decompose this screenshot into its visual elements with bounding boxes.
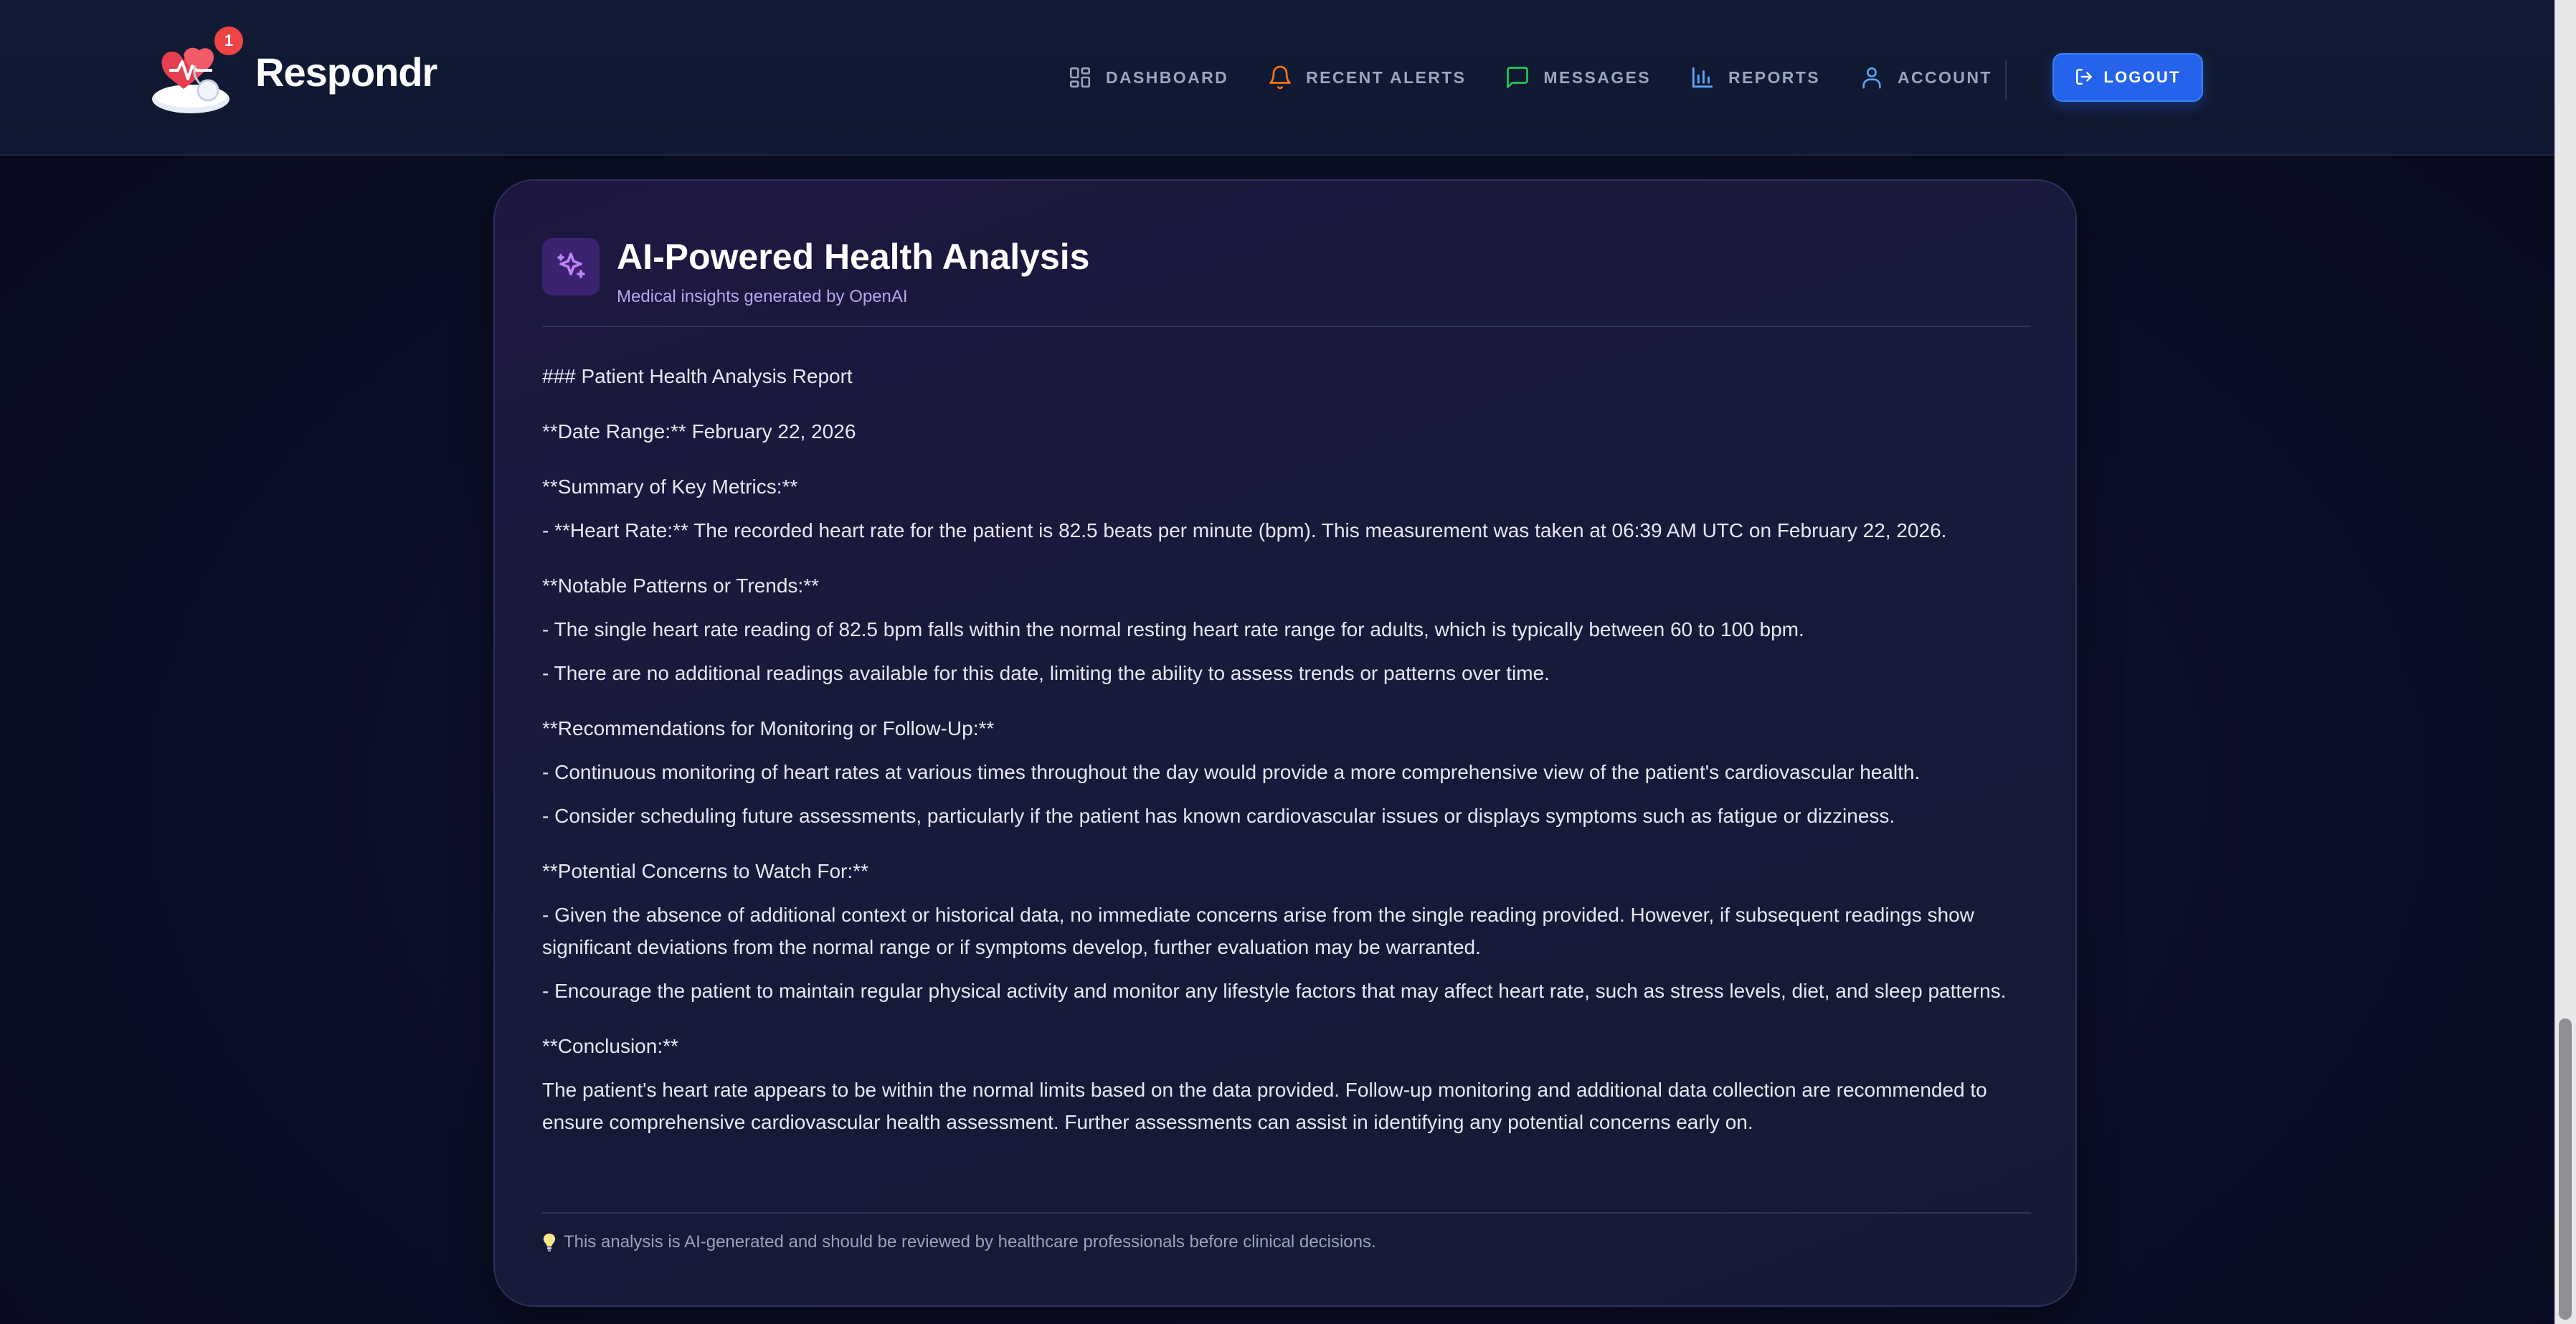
pattern-item: - The single heart rate reading of 82.5 … [542, 618, 1804, 640]
card-title: AI-Powered Health Analysis [617, 237, 1090, 277]
app-logo: 1 [149, 24, 245, 118]
logout-button[interactable]: LOGOUT [2052, 53, 2203, 102]
disclaimer: This analysis is AI-generated and should… [542, 1232, 1376, 1252]
chat-bubble-icon [1503, 63, 1532, 92]
section-recommendations-title: **Recommendations for Monitoring or Foll… [542, 717, 995, 739]
user-icon [1857, 63, 1886, 92]
bell-icon [1266, 63, 1294, 92]
recommendation-item: - Continuous monitoring of heart rates a… [542, 761, 1921, 783]
section-concerns-title: **Potential Concerns to Watch For:** [542, 860, 868, 882]
card-subtitle: Medical insights generated by OpenAI [617, 287, 908, 306]
conclusion-text: The patient's heart rate appears to be w… [542, 1079, 1987, 1133]
nav-account[interactable]: ACCOUNT [1857, 60, 1992, 95]
brand-name: Respondr [255, 49, 437, 95]
analysis-report: ### Patient Health Analysis Report **Dat… [542, 360, 2034, 1138]
summary-heart-rate: - **Heart Rate:** The recorded heart rat… [542, 519, 1947, 542]
footer-divider [542, 1212, 2031, 1214]
logout-label: LOGOUT [2103, 68, 2181, 86]
card-header: AI-Powered Health Analysis Medical insig… [542, 235, 1089, 307]
logout-icon [2075, 67, 2095, 88]
concern-item: - Given the absence of additional contex… [542, 904, 1974, 958]
main-nav: DASHBOARD RECENT ALERTS MESSAGES REPORTS… [1066, 60, 2030, 95]
header-divider [542, 326, 2031, 327]
notification-badge[interactable]: 1 [212, 24, 245, 57]
brand[interactable]: 1 Respondr [149, 24, 437, 118]
top-navbar: 1 Respondr DASHBOARD RECENT ALERTS MESSA… [0, 0, 2554, 156]
nav-divider [2005, 60, 2007, 100]
dashboard-grid-icon [1066, 63, 1094, 92]
sparkle-icon [542, 238, 600, 295]
nav-messages-label: MESSAGES [1543, 67, 1651, 87]
nav-messages[interactable]: MESSAGES [1503, 60, 1651, 95]
section-patterns-title: **Notable Patterns or Trends:** [542, 574, 819, 597]
nav-dashboard-label: DASHBOARD [1106, 67, 1229, 87]
recommendation-item: - Consider scheduling future assessments… [542, 805, 1895, 827]
bar-chart-icon [1688, 63, 1717, 92]
section-summary-title: **Summary of Key Metrics:** [542, 476, 798, 498]
nav-reports[interactable]: REPORTS [1688, 60, 1820, 95]
concern-item: - Encourage the patient to maintain regu… [542, 980, 2007, 1002]
section-conclusion-title: **Conclusion:** [542, 1035, 678, 1057]
health-analysis-card: AI-Powered Health Analysis Medical insig… [493, 179, 2077, 1307]
nav-account-label: ACCOUNT [1897, 67, 1992, 87]
nav-recent-alerts[interactable]: RECENT ALERTS [1266, 60, 1466, 95]
disclaimer-text: This analysis is AI-generated and should… [564, 1232, 1376, 1252]
pattern-item: - There are no additional readings avail… [542, 662, 1550, 684]
scrollbar-thumb[interactable] [2559, 1018, 2572, 1320]
report-heading: ### Patient Health Analysis Report [542, 365, 853, 387]
report-date-range: **Date Range:** February 22, 2026 [542, 420, 856, 443]
lightbulb-icon [542, 1232, 558, 1252]
nav-reports-label: REPORTS [1728, 67, 1820, 87]
nav-dashboard[interactable]: DASHBOARD [1066, 60, 1228, 95]
nav-recent-alerts-label: RECENT ALERTS [1306, 67, 1467, 87]
